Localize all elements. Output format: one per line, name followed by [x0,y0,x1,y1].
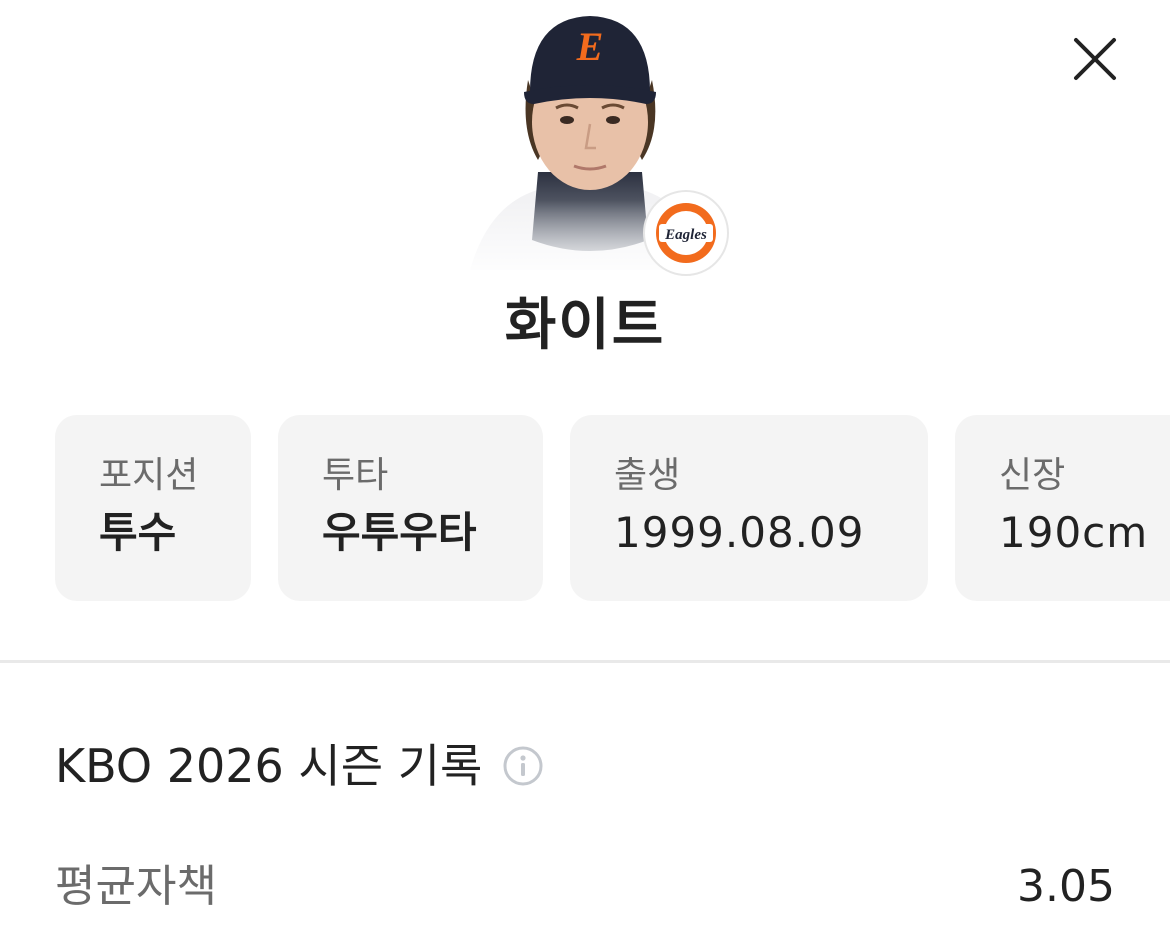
info-card-bats-throws: 투타 우투우타 [278,415,543,601]
info-card-label: 포지션 [99,455,199,496]
section-divider [0,660,1170,663]
team-logo: Eagles [643,190,729,276]
eagles-logo-icon: Eagles [656,203,716,263]
season-record-header: KBO 2026 시즌 기록 [55,734,544,798]
team-logo-text: Eagles [664,227,707,243]
close-icon [1074,38,1116,80]
info-card-position: 포지션 투수 [55,415,251,601]
info-card-value: 우투우타 [322,508,477,557]
info-card-label: 신장 [999,455,1066,496]
info-card-height: 신장 190cm [955,415,1170,601]
section-title: KBO 2026 시즌 기록 [55,739,483,793]
stat-value-era: 3.05 [1017,861,1115,912]
cap-logo-letter: E [576,24,604,69]
player-photo: E Eagles [450,0,730,280]
info-card-value: 1999.08.09 [614,508,865,557]
info-icon[interactable] [502,745,544,787]
info-card-label: 투타 [322,455,389,496]
info-card-value: 190cm [999,508,1149,557]
player-name: 화이트 [504,293,666,358]
info-card-value: 투수 [99,508,177,557]
info-card-birth: 출생 1999.08.09 [570,415,928,601]
info-card-label: 출생 [614,455,681,496]
stat-label-era: 평균자책 [55,861,217,912]
close-button[interactable] [1066,30,1124,88]
